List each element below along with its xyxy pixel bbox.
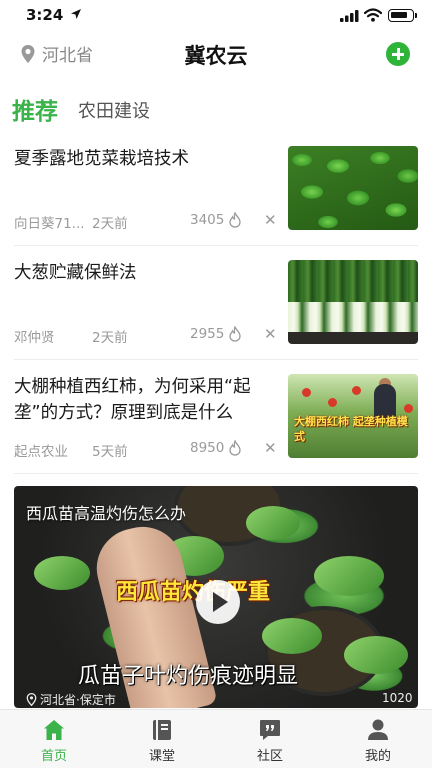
flame-icon xyxy=(229,212,242,228)
tab-recommend[interactable]: 推荐 xyxy=(12,92,58,126)
seedling-leaf xyxy=(34,556,90,590)
onion-tops xyxy=(288,260,418,302)
article-thumbnail[interactable] xyxy=(288,260,418,344)
seedling-leaf xyxy=(262,618,322,654)
video-location: 河北省·保定市 xyxy=(26,691,116,708)
dismiss-icon[interactable]: ✕ xyxy=(264,211,277,229)
tomato xyxy=(404,404,413,413)
tab-farmland-construction[interactable]: 农田建设 xyxy=(78,97,150,123)
nav-classroom[interactable]: 课堂 xyxy=(122,716,202,766)
article-time: 2天前 xyxy=(92,330,128,346)
video-view-count: 1020 xyxy=(382,691,413,705)
seedling-leaf xyxy=(246,506,300,540)
video-location-label: 河北省·保定市 xyxy=(40,693,116,707)
nav-label: 课堂 xyxy=(148,749,175,764)
signal-icon xyxy=(340,10,359,22)
tomato xyxy=(352,386,361,395)
article-views: 8950 xyxy=(190,440,242,456)
list-item[interactable]: 夏季露地苋菜栽培技术 向日葵71... 2天前 3405 ✕ xyxy=(0,146,432,259)
article-author: 邓仲贤 xyxy=(14,330,55,346)
nav-home[interactable]: 首页 xyxy=(14,716,94,766)
battery-tip xyxy=(415,13,417,18)
location-arrow-icon xyxy=(71,9,81,19)
video-card[interactable]: 西瓜苗高温灼伤怎么办 西瓜苗灼伤严重 瓜苗子叶灼伤痕迹明显 河北省·保定市 10… xyxy=(14,486,418,708)
video-title: 西瓜苗高温灼伤怎么办 xyxy=(26,504,187,523)
chat-quote-icon xyxy=(260,720,280,740)
battery-icon xyxy=(388,9,414,22)
article-time: 5天前 xyxy=(92,444,128,460)
article-meta: 向日葵71... 2天前 3405 ✕ xyxy=(14,211,284,232)
location-pin-icon xyxy=(26,693,37,706)
dismiss-icon[interactable]: ✕ xyxy=(264,439,277,457)
article-views: 2955 xyxy=(190,326,242,342)
status-bar: 3:24 xyxy=(0,0,432,32)
book-icon xyxy=(153,720,171,740)
nav-profile[interactable]: 我的 xyxy=(338,716,418,766)
onion-base xyxy=(288,332,418,344)
divider xyxy=(14,359,418,360)
video-caption-top: 西瓜苗灼伤严重 xyxy=(116,580,271,605)
nav-community[interactable]: 社区 xyxy=(230,716,310,766)
bottom-nav: 首页 课堂 社区 我的 xyxy=(0,709,432,768)
status-time: 3:24 xyxy=(26,6,64,24)
article-thumbnail[interactable] xyxy=(288,146,418,230)
app-header: 河北省 冀农云 xyxy=(0,34,432,74)
view-count: 8950 xyxy=(190,440,225,456)
flame-icon xyxy=(229,326,242,342)
app-title: 冀农云 xyxy=(184,44,248,68)
tomato xyxy=(328,398,337,407)
flame-icon xyxy=(229,440,242,456)
divider xyxy=(14,473,418,474)
article-title[interactable]: 夏季露地苋菜栽培技术 xyxy=(14,146,276,172)
article-time: 2天前 xyxy=(92,216,128,232)
thumbnail-caption: 大棚西红柿 起垄种植模式 xyxy=(294,415,408,443)
article-title[interactable]: 大葱贮藏保鲜法 xyxy=(14,260,276,286)
video-caption-bottom: 瓜苗子叶灼伤痕迹明显 xyxy=(78,664,299,689)
view-count: 3405 xyxy=(190,212,225,228)
article-views: 3405 xyxy=(190,212,242,228)
category-tabs: 推荐 农田建设 xyxy=(0,88,432,128)
article-meta: 邓仲贤 2天前 2955 ✕ xyxy=(14,325,284,346)
dismiss-icon[interactable]: ✕ xyxy=(264,325,277,343)
wifi-icon xyxy=(364,8,382,22)
add-button[interactable] xyxy=(386,42,410,66)
list-item[interactable]: 大棚种植西红柿，为何采用“起垄”的方式？原理到底是什么 起点农业 5天前 895… xyxy=(0,374,432,487)
home-icon xyxy=(44,720,64,740)
seedling-leaf xyxy=(344,636,408,674)
article-thumbnail[interactable]: 大棚西红柿 起垄种植模式 xyxy=(288,374,418,458)
nav-label: 我的 xyxy=(364,749,391,764)
nav-label: 社区 xyxy=(256,749,283,764)
nav-label: 首页 xyxy=(40,749,67,764)
article-meta: 起点农业 5天前 8950 ✕ xyxy=(14,439,284,460)
article-title[interactable]: 大棚种植西红柿，为何采用“起垄”的方式？原理到底是什么 xyxy=(14,374,276,426)
article-author: 向日葵71... xyxy=(14,216,85,232)
article-author: 起点农业 xyxy=(14,444,68,460)
divider xyxy=(14,245,418,246)
view-count: 2955 xyxy=(190,326,225,342)
list-item[interactable]: 大葱贮藏保鲜法 邓仲贤 2天前 2955 ✕ xyxy=(0,260,432,373)
seedling-leaf xyxy=(314,556,384,596)
play-icon[interactable] xyxy=(196,580,240,624)
user-icon xyxy=(368,719,388,740)
tomato xyxy=(302,388,311,397)
